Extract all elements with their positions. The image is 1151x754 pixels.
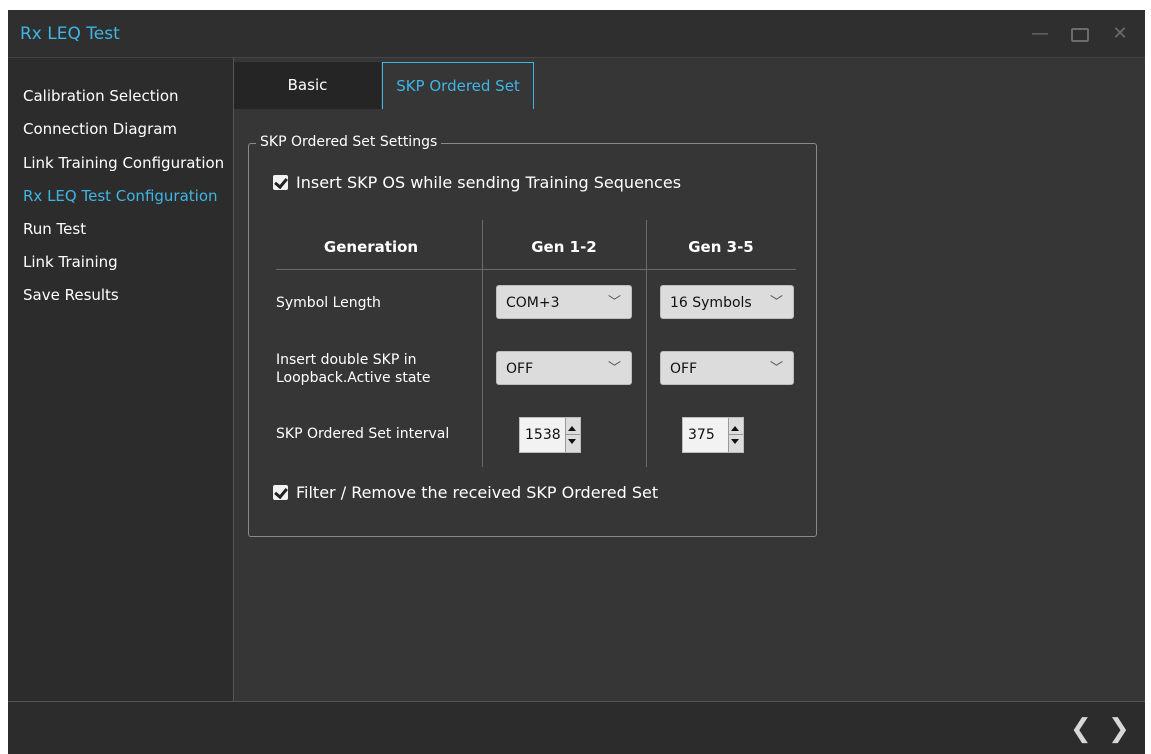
spinner-value: 1538 [525, 427, 561, 443]
header-underline [276, 269, 796, 270]
checkbox-checked-icon[interactable] [273, 485, 288, 500]
select-value: OFF [506, 361, 534, 377]
insert-skp-checkbox-label: Insert SKP OS while sending Training Seq… [296, 173, 682, 192]
chevron-down-icon: ﹀ [607, 361, 621, 376]
skp-settings-group: SKP Ordered Set Settings Insert SKP OS w… [248, 134, 817, 537]
footer-bar: ❮ ❯ [8, 701, 1145, 754]
skp-interval-gen35-spinner[interactable]: 375 [682, 417, 744, 453]
double-skp-label: Insert double SKP in Loopback.Active sta… [276, 351, 431, 387]
sidebar-item-link-training[interactable]: Link Training [23, 253, 118, 271]
spinner-value: 375 [688, 427, 715, 443]
spinner-buttons[interactable] [728, 418, 743, 452]
spin-down-icon[interactable] [731, 439, 739, 444]
minimize-button[interactable]: — [1026, 22, 1054, 46]
tab-skp-ordered-set[interactable]: SKP Ordered Set [382, 62, 534, 109]
maximize-icon [1071, 28, 1089, 42]
sidebar-item-link-training-configuration[interactable]: Link Training Configuration [23, 154, 224, 172]
chevron-right-icon[interactable]: ❯ [1108, 714, 1130, 744]
symbol-length-label: Symbol Length [276, 295, 381, 311]
group-title: SKP Ordered Set Settings [256, 134, 442, 150]
double-skp-label-line2: Loopback.Active state [276, 370, 431, 386]
close-icon: ✕ [1112, 23, 1128, 44]
app-window: Rx LEQ Test — ✕ Calibration Selection Co… [8, 10, 1145, 754]
spin-up-icon[interactable] [568, 426, 576, 431]
sidebar-item-calibration-selection[interactable]: Calibration Selection [23, 87, 179, 105]
spinner-buttons[interactable] [565, 418, 580, 452]
sidebar-item-run-test[interactable]: Run Test [23, 220, 86, 238]
skp-interval-label: SKP Ordered Set interval [276, 426, 450, 442]
double-skp-gen35-select[interactable]: OFF ﹀ [660, 351, 794, 385]
double-skp-label-line1: Insert double SKP in [276, 352, 417, 368]
insert-skp-checkbox-row[interactable]: Insert SKP OS while sending Training Seq… [273, 173, 681, 192]
filter-checkbox-label: Filter / Remove the received SKP Ordered… [296, 483, 659, 502]
chevron-down-icon: ﹀ [769, 295, 783, 310]
spin-down-icon[interactable] [568, 439, 576, 444]
tab-basic[interactable]: Basic [234, 62, 381, 109]
maximize-button[interactable] [1066, 22, 1094, 46]
symbol-length-gen12-select[interactable]: COM+3 ﹀ [496, 285, 632, 319]
chevron-down-icon: ﹀ [769, 361, 783, 376]
select-value: 16 Symbols [670, 295, 752, 311]
column-header-gen12: Gen 1-2 [531, 238, 597, 256]
chevron-left-icon[interactable]: ❮ [1070, 714, 1092, 744]
column-header-generation: Generation [323, 238, 419, 256]
sidebar-item-connection-diagram[interactable]: Connection Diagram [23, 120, 177, 138]
minimize-icon: — [1031, 23, 1049, 44]
window-title: Rx LEQ Test [20, 24, 120, 44]
close-button[interactable]: ✕ [1106, 22, 1134, 46]
sidebar-item-rx-leq-test-configuration[interactable]: Rx LEQ Test Configuration [23, 187, 218, 205]
select-value: OFF [670, 361, 698, 377]
sidebar-item-save-results[interactable]: Save Results [23, 286, 119, 304]
select-value: COM+3 [506, 295, 560, 311]
checkbox-checked-icon[interactable] [273, 175, 288, 190]
column-divider [482, 220, 483, 467]
title-bar: Rx LEQ Test — ✕ [8, 10, 1145, 58]
column-divider [646, 220, 647, 467]
column-header-gen35: Gen 3-5 [688, 238, 754, 256]
symbol-length-gen35-select[interactable]: 16 Symbols ﹀ [660, 285, 794, 319]
main-content: Basic SKP Ordered Set SKP Ordered Set Se… [234, 58, 1145, 701]
skp-interval-gen12-spinner[interactable]: 1538 [519, 417, 581, 453]
chevron-down-icon: ﹀ [607, 295, 621, 310]
sidebar: Calibration Selection Connection Diagram… [8, 58, 234, 701]
double-skp-gen12-select[interactable]: OFF ﹀ [496, 351, 632, 385]
filter-checkbox-row[interactable]: Filter / Remove the received SKP Ordered… [273, 483, 658, 502]
spin-up-icon[interactable] [731, 426, 739, 431]
